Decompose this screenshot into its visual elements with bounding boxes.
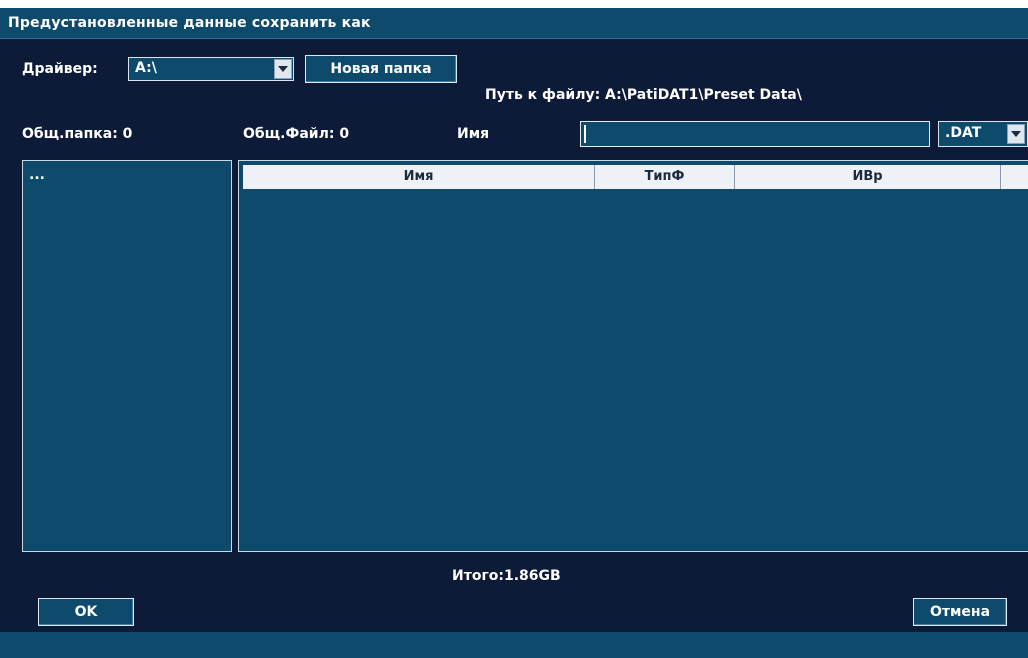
file-list-panel[interactable]: Имя ТипФ ИВр — [238, 160, 1028, 552]
file-table-header: Имя ТипФ ИВр — [243, 165, 1028, 189]
driver-label: Драйвер: — [22, 61, 98, 77]
chevron-down-icon[interactable] — [274, 59, 292, 79]
column-header-type[interactable]: ТипФ — [595, 165, 735, 189]
extension-value: .DAT — [945, 125, 982, 141]
total-folders-text: Общ.папка: 0 — [22, 126, 133, 142]
extension-select[interactable]: .DAT — [938, 121, 1028, 147]
total-size-text: Итого:1.86GB — [452, 568, 561, 584]
text-cursor — [584, 125, 586, 143]
file-path-text: Путь к файлу: A:\PatiDAT1\Preset Data\ — [485, 87, 802, 103]
new-folder-button[interactable]: Новая папка — [305, 55, 457, 83]
total-files-text: Общ.Файл: 0 — [243, 126, 350, 142]
status-bar — [0, 632, 1028, 658]
dialog-title: Предустановленные данные сохранить как — [8, 15, 371, 31]
driver-select[interactable]: A:\ — [128, 57, 294, 81]
name-label: Имя — [457, 126, 490, 142]
folder-tree-item[interactable]: ... — [29, 167, 45, 183]
save-preset-dialog: Предустановленные данные сохранить как Д… — [0, 8, 1028, 658]
cancel-button[interactable]: Отмена — [913, 598, 1007, 626]
file-name-input[interactable] — [580, 121, 930, 147]
column-header-time[interactable]: ИВр — [735, 165, 1001, 189]
title-bar: Предустановленные данные сохранить как — [0, 8, 1028, 39]
driver-select-value: A:\ — [135, 60, 157, 76]
chevron-down-icon[interactable] — [1007, 124, 1025, 144]
ok-button[interactable]: OK — [38, 598, 134, 626]
folder-tree-panel[interactable]: ... — [22, 160, 232, 552]
column-header-name[interactable]: Имя — [243, 165, 595, 189]
